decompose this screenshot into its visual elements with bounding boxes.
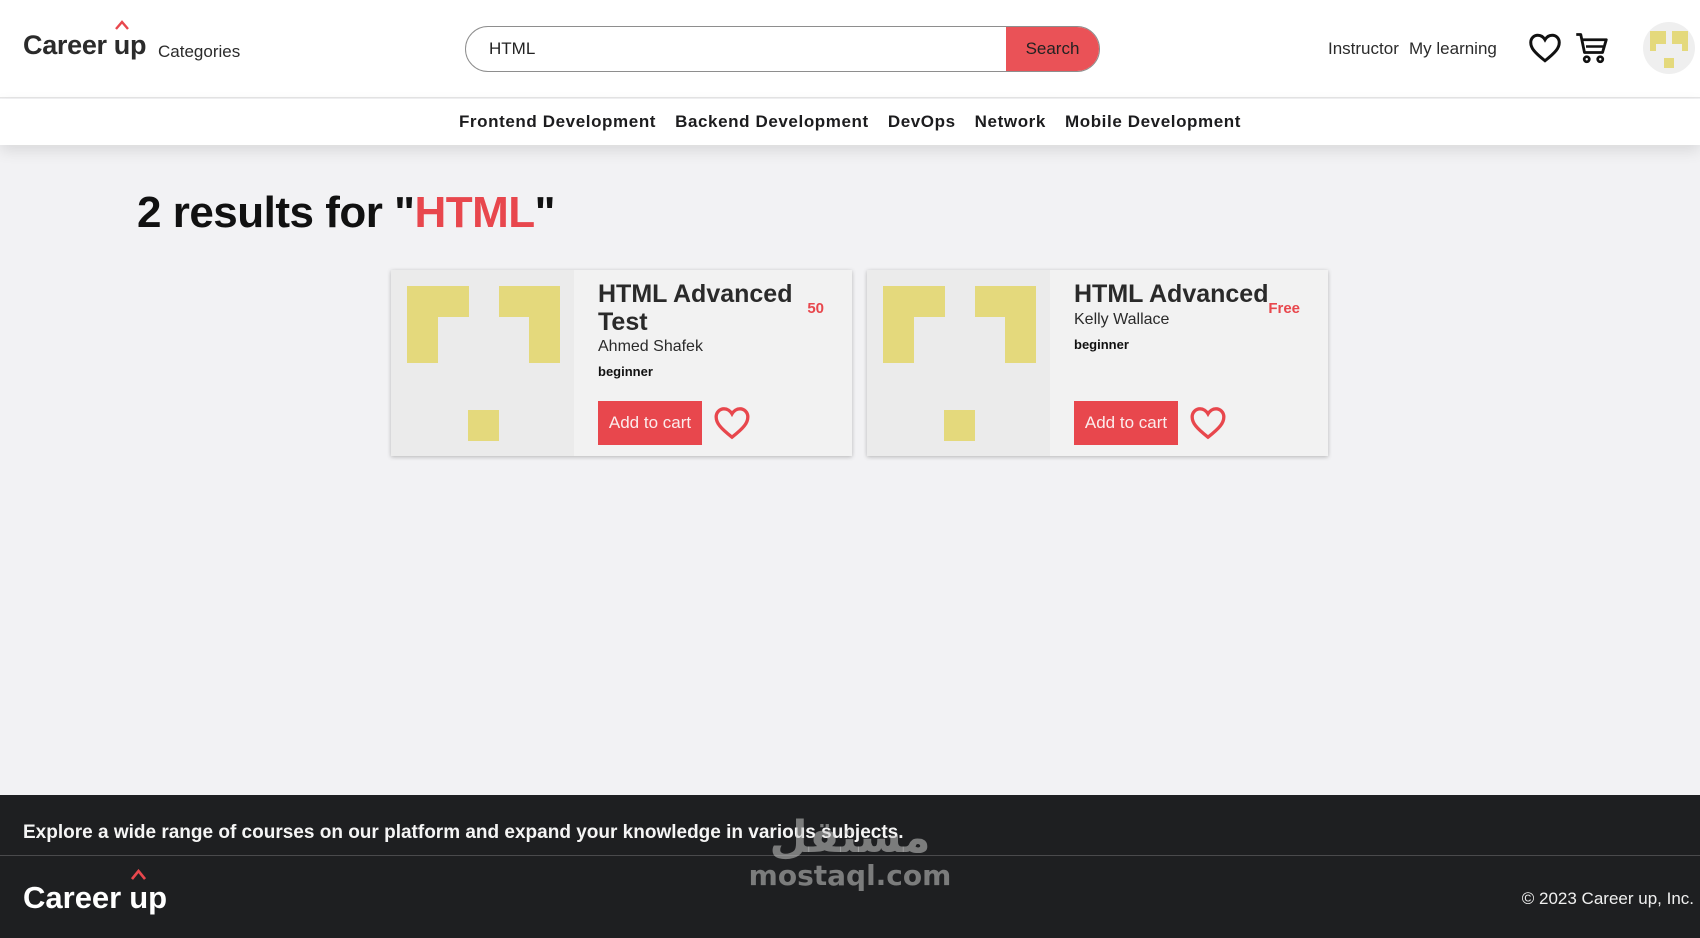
search-bar: Search <box>465 26 1100 72</box>
categories-link[interactable]: Categories <box>158 42 240 62</box>
footer-logo-text-career: Career <box>23 880 122 915</box>
results-close-quote: " <box>534 188 556 237</box>
course-price: Free <box>1268 300 1300 317</box>
course-author: Ahmed Shafek <box>598 338 703 355</box>
course-level: beginner <box>1074 337 1129 352</box>
copyright-text: © 2023 Career up, Inc. <box>1521 889 1694 908</box>
caret-up-icon <box>131 869 147 880</box>
site-footer: Explore a wide range of courses on our p… <box>0 795 1700 938</box>
category-link-frontend[interactable]: Frontend Development <box>459 112 656 132</box>
heart-icon <box>1190 407 1226 440</box>
course-logo-icon <box>407 286 560 441</box>
course-thumbnail <box>867 270 1050 456</box>
category-link-network[interactable]: Network <box>975 112 1046 132</box>
footer-logo-text-up-wrap: up <box>129 869 168 916</box>
search-button[interactable]: Search <box>1006 27 1099 71</box>
instructor-link[interactable]: Instructor <box>1328 39 1399 59</box>
course-card[interactable]: HTML Advanced Test 50 Ahmed Shafek begin… <box>391 270 852 456</box>
avatar-logo-icon <box>1650 31 1688 68</box>
heart-icon <box>714 407 750 440</box>
add-to-wishlist-button[interactable] <box>712 403 752 443</box>
add-to-cart-button[interactable]: Add to cart <box>1074 401 1178 445</box>
avatar[interactable] <box>1643 22 1695 74</box>
brand-logo[interactable]: Career up <box>23 20 147 61</box>
logo-text-career: Career <box>23 30 107 60</box>
category-link-mobile[interactable]: Mobile Development <box>1065 112 1241 132</box>
category-nav: Frontend Development Backend Development… <box>0 99 1700 145</box>
add-to-wishlist-button[interactable] <box>1188 403 1228 443</box>
course-level: beginner <box>598 364 653 379</box>
heart-icon <box>1529 33 1561 63</box>
footer-tagline: Explore a wide range of courses on our p… <box>23 822 904 843</box>
results-count-text: 2 results for " <box>137 188 415 237</box>
caret-up-icon <box>114 20 129 30</box>
course-price: 50 <box>807 300 824 317</box>
footer-divider <box>0 855 1700 856</box>
wishlist-button[interactable] <box>1527 30 1563 66</box>
footer-logo-text-up: up <box>129 880 168 915</box>
logo-text-up: up <box>113 30 147 60</box>
footer-brand-logo[interactable]: Career up <box>23 869 168 916</box>
course-author: Kelly Wallace <box>1074 311 1170 328</box>
category-link-backend[interactable]: Backend Development <box>675 112 869 132</box>
category-link-devops[interactable]: DevOps <box>888 112 956 132</box>
add-to-cart-button[interactable]: Add to cart <box>598 401 702 445</box>
course-thumbnail <box>391 270 574 456</box>
course-logo-icon <box>883 286 1036 441</box>
course-card[interactable]: HTML Advanced Free Kelly Wallace beginne… <box>867 270 1328 456</box>
course-title[interactable]: HTML Advanced Test <box>598 280 798 336</box>
course-title[interactable]: HTML Advanced <box>1074 280 1274 308</box>
cart-button[interactable] <box>1574 30 1610 66</box>
cart-icon <box>1576 33 1608 64</box>
my-learning-link[interactable]: My learning <box>1409 39 1497 59</box>
results-query: HTML <box>414 188 535 237</box>
results-heading: 2 results for "HTML" <box>137 188 556 238</box>
search-input[interactable] <box>466 27 1006 71</box>
logo-text-up-wrap: up <box>113 20 147 61</box>
top-header: Career up Categories Search Instructor M… <box>0 0 1700 98</box>
